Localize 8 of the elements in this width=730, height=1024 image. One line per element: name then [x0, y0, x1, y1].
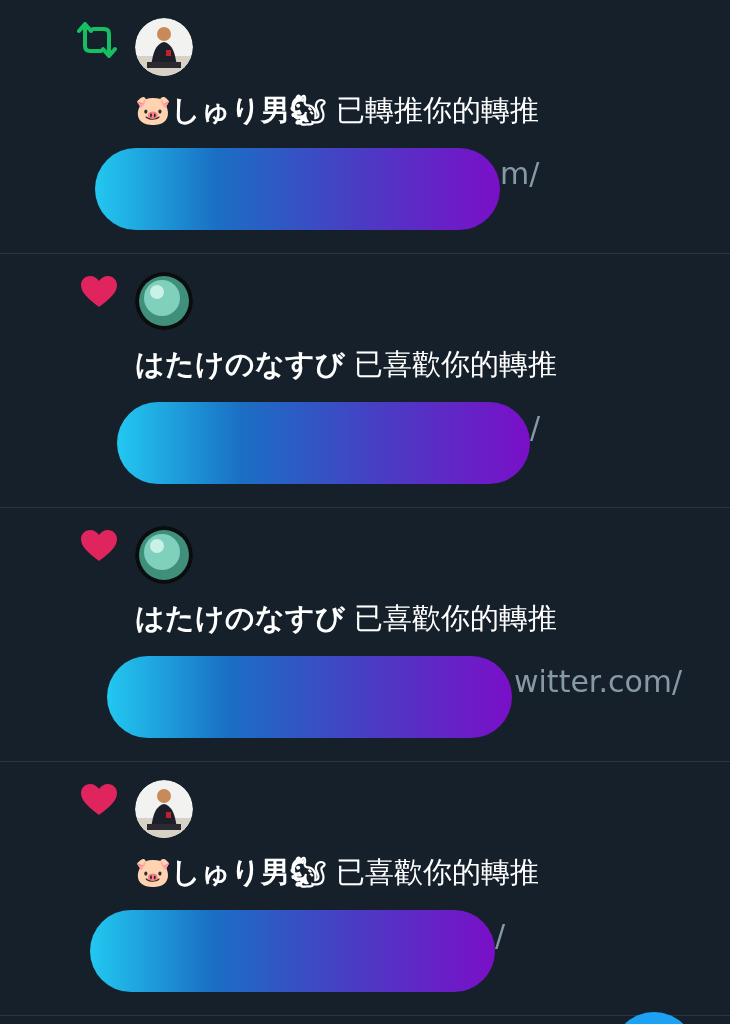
link-text[interactable]: / [495, 916, 506, 956]
notification-text: はたけのなすび 已喜歡你的轉推 [135, 600, 559, 637]
notification-text: 🐷しゅり男🐿 已轉推你的轉推 [135, 92, 541, 129]
notification-text: 🐷しゅり男🐿 已喜歡你的轉推 [135, 854, 541, 891]
link-text[interactable]: witter.com/ [514, 662, 683, 702]
link-text[interactable]: m/ [500, 154, 540, 194]
notification-text: はたけのなすび 已喜歡你的轉推 [135, 346, 559, 383]
link-text[interactable]: / [530, 408, 541, 448]
